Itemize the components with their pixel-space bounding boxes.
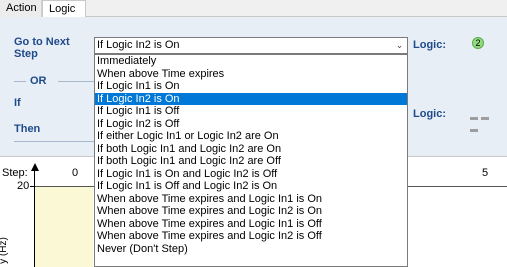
step-condition-dropdown: Immediately When above Time expires If Log… [94, 54, 408, 267]
dropdown-option[interactable]: If Logic In1 is On [95, 80, 407, 93]
separator [14, 141, 94, 142]
or-divider-left [14, 81, 26, 82]
chevron-down-icon[interactable]: ⌄ [392, 38, 407, 53]
if-label: If [14, 97, 21, 109]
or-label: OR [30, 75, 47, 87]
dropdown-option[interactable]: Immediately [95, 55, 407, 68]
dash-placeholder-icon [470, 111, 502, 132]
step-condition-select[interactable]: If Logic In2 is On ⌄ [94, 37, 408, 54]
dropdown-option[interactable]: If Logic In1 is Off [95, 105, 407, 118]
y-axis-title: y (Hz) [0, 237, 9, 264]
or-divider-right [58, 81, 94, 82]
logic-label-primary: Logic: [413, 39, 446, 51]
dropdown-option[interactable]: If Logic In1 is Off and Logic In2 is On [95, 180, 407, 193]
tab-logic[interactable]: Logic [42, 0, 86, 18]
step-axis-label: Step: [2, 167, 28, 179]
step-highlight [35, 186, 93, 267]
y-tick-label: 20 [17, 180, 30, 192]
dropdown-option[interactable]: When above Time expires and Logic In1 is… [95, 193, 407, 206]
tab-action[interactable]: Action [0, 0, 42, 17]
dropdown-option[interactable]: If Logic In2 is Off [95, 118, 407, 131]
dropdown-option[interactable]: If either Logic In1 or Logic In2 are On [95, 130, 407, 143]
logic-label-secondary: Logic: [413, 108, 446, 120]
dropdown-option[interactable]: When above Time expires and Logic In1 is… [95, 218, 407, 231]
dropdown-option[interactable]: When above Time expires and Logic In2 is… [95, 230, 407, 243]
dropdown-option[interactable]: If both Logic In1 and Logic In2 are On [95, 143, 407, 156]
logic-count-badge: 2 [472, 37, 484, 49]
then-label: Then [14, 123, 41, 135]
dropdown-option[interactable]: If both Logic In1 and Logic In2 are Off [95, 155, 407, 168]
x-tick-first: 0 [72, 167, 79, 179]
tab-strip: Action Logic [0, 0, 507, 18]
dropdown-option[interactable]: If Logic In2 is On [95, 92, 407, 105]
go-to-next-step-label: Go to Next Step [14, 36, 70, 60]
x-tick-last: 5 [482, 167, 489, 179]
step-condition-value: If Logic In2 is On [97, 39, 180, 51]
y-tick-mark [30, 186, 35, 187]
dropdown-option[interactable]: When above Time expires [95, 68, 407, 81]
dropdown-option[interactable]: When above Time expires and Logic In2 is… [95, 205, 407, 218]
dropdown-option[interactable]: If Logic In1 is On and Logic In2 is Off [95, 168, 407, 181]
axis-arrow-icon [31, 163, 39, 171]
dropdown-option[interactable]: Never (Don't Step) [95, 243, 407, 256]
